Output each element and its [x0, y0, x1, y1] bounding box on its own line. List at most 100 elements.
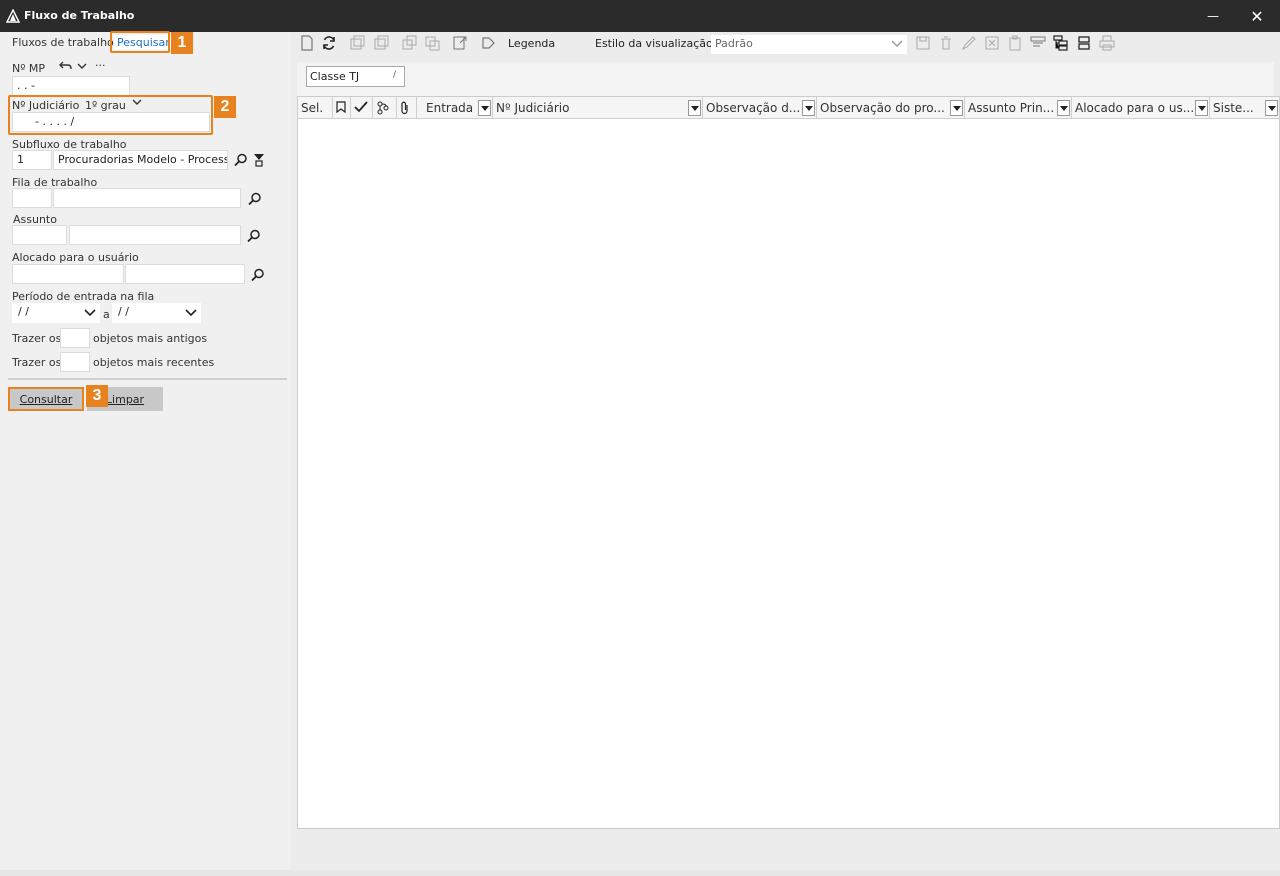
group-by-area: Classe TJ /: [297, 62, 1274, 96]
chevron-down-icon[interactable]: [74, 58, 90, 74]
periodo-to-date[interactable]: / /: [112, 303, 201, 323]
bookmark-icon: [336, 101, 346, 114]
alocado-code-input[interactable]: [12, 264, 124, 284]
chevron-down-icon: [891, 40, 903, 47]
col-attachment[interactable]: [397, 97, 417, 119]
print-icon[interactable]: [1099, 35, 1115, 51]
search-icon[interactable]: [246, 228, 262, 244]
limpar-label: Limpar: [105, 392, 145, 406]
group-chip-label: Classe TJ: [310, 70, 360, 83]
divider: [8, 378, 287, 380]
step-badge-1: 1: [171, 32, 193, 54]
col-alocado[interactable]: Alocado para o us...: [1072, 97, 1210, 119]
periodo-separator: a: [103, 308, 110, 321]
undo-icon[interactable]: [58, 58, 74, 74]
chevron-down-icon: [84, 309, 96, 317]
delete-icon[interactable]: [938, 35, 954, 51]
filter-dropdown-icon[interactable]: [802, 100, 815, 116]
check-copy-icon[interactable]: [349, 35, 365, 51]
toolbar: Legenda Estilo da visualização Padrão: [291, 32, 1280, 56]
search-icon[interactable]: [247, 191, 263, 207]
col-entrada-label: Entrada: [426, 101, 474, 115]
tag-icon[interactable]: [480, 35, 496, 51]
mp-input[interactable]: . . -: [12, 76, 130, 96]
minimize-icon: —: [1207, 9, 1219, 23]
excel-icon[interactable]: [984, 35, 1000, 51]
filter-dropdown-icon[interactable]: [1195, 100, 1208, 116]
save-icon[interactable]: [915, 35, 931, 51]
triangle-logo-icon: [6, 9, 20, 23]
refresh-icon[interactable]: [321, 35, 337, 51]
filter-dropdown-icon[interactable]: [478, 100, 491, 116]
recentes-suffix: objetos mais recentes: [93, 356, 215, 369]
col-judiciario-label: Nº Judiciário: [496, 101, 570, 115]
more-icon[interactable]: ···: [95, 59, 106, 72]
export-icon[interactable]: [452, 35, 468, 51]
consultar-button[interactable]: Consultar: [8, 387, 84, 411]
step-badge-3: 3: [86, 385, 108, 407]
new-document-icon[interactable]: [299, 35, 315, 51]
mp-label: Nº MP: [12, 62, 46, 75]
search-icon[interactable]: [233, 152, 249, 168]
filter-dropdown-icon[interactable]: [1265, 100, 1278, 116]
grau-select[interactable]: 1º grau: [85, 99, 126, 112]
check-icon: [354, 101, 368, 113]
highlight-box-1: [110, 31, 170, 53]
col-sistema[interactable]: Siste...: [1210, 97, 1279, 119]
col-observacao-d[interactable]: Observação d...: [703, 97, 817, 119]
window-title: Fluxo de Trabalho: [24, 9, 135, 22]
col-judiciario[interactable]: Nº Judiciário: [493, 97, 703, 119]
col-entrada[interactable]: Entrada: [423, 97, 493, 119]
recentes-count-input[interactable]: [60, 352, 90, 372]
alocado-label: Alocado para o usuário: [12, 251, 139, 264]
fila-name-input[interactable]: [53, 188, 241, 208]
col-sel[interactable]: Sel.: [298, 97, 333, 119]
col-bookmark[interactable]: [333, 97, 351, 119]
col-observacao-pro[interactable]: Observação do pro...: [817, 97, 965, 119]
periodo-from-value: / /: [18, 305, 29, 318]
subfluxo-code-input[interactable]: 1: [12, 150, 52, 170]
col-sel-label: Sel.: [301, 101, 324, 115]
subfluxo-name-input[interactable]: Procuradorias Modelo - Processos: [53, 150, 228, 170]
clipboard-icon[interactable]: [1007, 35, 1023, 51]
copy-icon[interactable]: [373, 35, 389, 51]
group-icon[interactable]: [1076, 35, 1092, 51]
legend-button[interactable]: Legenda: [508, 37, 555, 50]
filter-dropdown-icon[interactable]: [950, 100, 963, 116]
col-observacao-pro-label: Observação do pro...: [820, 101, 945, 115]
col-assunto[interactable]: Assunto Prin...: [965, 97, 1072, 119]
fila-code-input[interactable]: [12, 188, 52, 208]
minimize-button[interactable]: —: [1190, 0, 1236, 32]
assunto-code-input[interactable]: [12, 225, 67, 245]
results-grid: Sel. Entrada Nº Judiciário Observação d.…: [297, 96, 1280, 829]
view-style-select[interactable]: Padrão: [711, 35, 907, 54]
col-check[interactable]: [351, 97, 373, 119]
close-button[interactable]: ✕: [1234, 0, 1280, 32]
filter-dropdown-icon[interactable]: [1057, 100, 1070, 116]
chevron-down-icon[interactable]: [129, 94, 145, 110]
tree-view-icon[interactable]: [1053, 35, 1069, 51]
hierarchy-icon: [377, 101, 389, 115]
antigos-count-input[interactable]: [60, 328, 90, 348]
filter-clear-icon[interactable]: [251, 152, 267, 168]
tab-fluxos[interactable]: Fluxos de trabalho: [12, 36, 114, 49]
transfer-icon[interactable]: [424, 35, 440, 51]
pen-icon[interactable]: /: [393, 70, 396, 80]
move-icon[interactable]: [401, 35, 417, 51]
judicial-input[interactable]: - . . . . /: [12, 112, 210, 132]
periodo-from-date[interactable]: / /: [12, 303, 100, 323]
col-hierarchy[interactable]: [373, 97, 397, 119]
search-icon[interactable]: [250, 267, 266, 283]
alocado-name-input[interactable]: [125, 264, 245, 284]
assunto-name-input[interactable]: [69, 225, 241, 245]
close-icon: ✕: [1250, 6, 1264, 26]
edit-icon[interactable]: [961, 35, 977, 51]
columns-icon[interactable]: [1030, 35, 1046, 51]
chevron-down-icon: [185, 309, 197, 317]
filter-dropdown-icon[interactable]: [688, 100, 701, 116]
title-bar: Fluxo de Trabalho — ✕: [0, 0, 1280, 32]
periodo-label: Período de entrada na fila: [12, 290, 155, 303]
periodo-to-value: / /: [118, 305, 129, 318]
group-chip-classe[interactable]: Classe TJ /: [306, 66, 405, 87]
col-observacao-d-label: Observação d...: [706, 101, 801, 115]
